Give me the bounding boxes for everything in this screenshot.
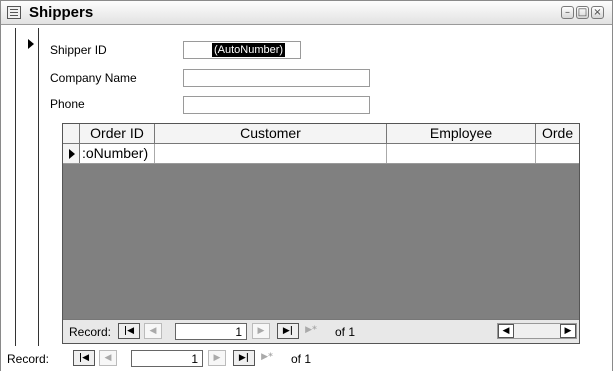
form-record-count: of 1 (291, 352, 312, 366)
subform-record-count: of 1 (335, 325, 356, 339)
order-date-cell[interactable] (536, 144, 579, 163)
order-id-cell[interactable]: :oNumber) (80, 144, 155, 163)
company-name-label: Company Name (50, 71, 137, 85)
subform-record-number-input[interactable]: 1 (175, 323, 247, 340)
subform-previous-record-button[interactable]: ◀ (144, 323, 162, 339)
phone-label: Phone (50, 97, 85, 111)
subform-last-record-button[interactable]: ▶| (277, 323, 299, 339)
column-header-employee[interactable]: Employee (387, 124, 536, 143)
form-previous-record-button[interactable]: ◀ (99, 350, 117, 366)
close-button[interactable]: × (591, 6, 604, 19)
column-header-order-id[interactable]: Order ID (80, 124, 155, 143)
orders-subform: Order ID Customer Employee Orde :oNumber… (62, 123, 580, 344)
subform-record-label: Record: (69, 325, 112, 339)
select-all-corner[interactable] (63, 124, 80, 143)
row-selector-icon[interactable] (63, 144, 80, 163)
current-record-arrow-icon (28, 39, 34, 49)
subform-first-record-button[interactable]: |◀ (118, 323, 140, 339)
form-next-record-button[interactable]: ▶ (208, 350, 226, 366)
subform-horizontal-scrollbar[interactable]: ◀ ▶ (497, 323, 577, 339)
shipper-id-value: (AutoNumber) (212, 43, 286, 57)
form-navigation-bar: Record: |◀ ◀ 1 ▶ ▶| ▶* of 1 (1, 347, 612, 371)
scroll-right-icon[interactable]: ▶ (560, 324, 576, 338)
record-selector-column[interactable] (15, 28, 39, 346)
window-title: Shippers (29, 4, 94, 21)
form-record-number-input[interactable]: 1 (131, 350, 203, 367)
form-window: Shippers – □ × Shipper ID (AutoNumber) C… (0, 0, 613, 371)
scroll-left-icon[interactable]: ◀ (498, 324, 514, 338)
minimize-button[interactable]: – (561, 6, 574, 19)
form-icon (7, 6, 21, 19)
subform-next-record-button[interactable]: ▶ (252, 323, 270, 339)
subform-navigation-bar: Record: |◀ ◀ 1 ▶ ▶| ▶* of 1 ◀ ▶ (63, 319, 579, 343)
datasheet-header: Order ID Customer Employee Orde (63, 124, 579, 144)
column-header-customer[interactable]: Customer (155, 124, 387, 143)
customer-cell[interactable] (155, 144, 387, 163)
column-header-order-date[interactable]: Orde (536, 124, 579, 143)
form-first-record-button[interactable]: |◀ (73, 350, 95, 366)
phone-field[interactable] (183, 96, 370, 114)
form-new-record-button[interactable]: ▶* (257, 350, 277, 366)
restore-button[interactable]: □ (576, 6, 589, 19)
subform-new-record-button[interactable]: ▶* (301, 323, 321, 339)
shipper-id-field[interactable]: (AutoNumber) (183, 41, 301, 59)
title-bar[interactable]: Shippers – □ × (1, 1, 612, 25)
form-last-record-button[interactable]: ▶| (233, 350, 255, 366)
company-name-field[interactable] (183, 69, 370, 87)
table-row[interactable]: :oNumber) (63, 144, 579, 164)
employee-cell[interactable] (387, 144, 536, 163)
shipper-id-label: Shipper ID (50, 43, 107, 57)
form-record-label: Record: (7, 352, 50, 366)
